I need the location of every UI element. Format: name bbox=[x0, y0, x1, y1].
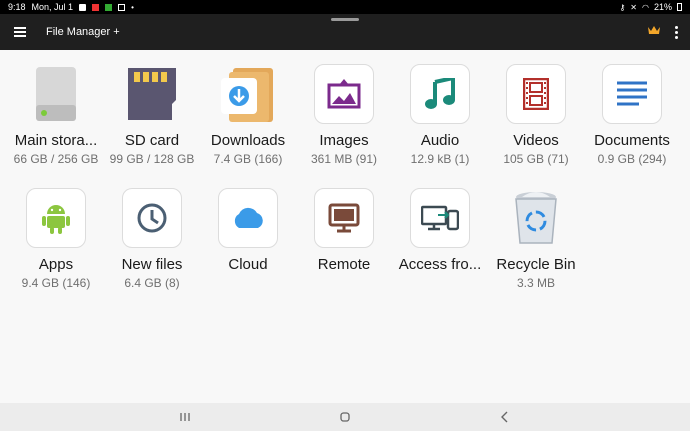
tile-size: 0.9 GB (294) bbox=[597, 152, 667, 166]
document-icon bbox=[602, 64, 662, 124]
hamburger-icon bbox=[14, 31, 26, 33]
tile-videos[interactable]: Videos 105 GB (71) bbox=[488, 64, 584, 166]
tile-main-storage[interactable]: Main stora... 66 GB / 256 GB bbox=[8, 64, 104, 166]
downloads-folder-icon bbox=[218, 64, 278, 124]
tile-apps[interactable]: Apps 9.4 GB (146) bbox=[8, 188, 104, 290]
tile-images[interactable]: Images 361 MB (91) bbox=[296, 64, 392, 166]
wifi-icon: ◠ bbox=[642, 2, 649, 12]
tile-access-from-network[interactable]: Access fro... bbox=[392, 188, 488, 276]
tile-remote[interactable]: Remote bbox=[296, 188, 392, 276]
cloud-icon bbox=[218, 188, 278, 248]
monitor-icon bbox=[314, 188, 374, 248]
film-icon bbox=[506, 64, 566, 124]
status-date: Mon, Jul 1 bbox=[31, 2, 74, 12]
tile-label: Images bbox=[319, 132, 369, 149]
drag-handle[interactable] bbox=[331, 18, 359, 21]
back-icon bbox=[501, 411, 508, 423]
recent-apps-icon bbox=[180, 413, 190, 421]
tile-audio[interactable]: Audio 12.9 kB (1) bbox=[392, 64, 488, 166]
home-button[interactable] bbox=[335, 407, 355, 427]
home-icon bbox=[340, 412, 350, 422]
recycle-bin-icon bbox=[506, 188, 566, 248]
battery-icon bbox=[677, 3, 682, 11]
tile-size: 9.4 GB (146) bbox=[21, 276, 91, 290]
tile-sd-card[interactable]: SD card 99 GB / 128 GB bbox=[104, 64, 200, 166]
dot-icon: • bbox=[131, 2, 134, 12]
sd-card-icon bbox=[122, 64, 182, 124]
tile-label: Remote bbox=[317, 256, 371, 273]
image-icon bbox=[314, 64, 374, 124]
tile-size: 3.3 MB bbox=[516, 276, 555, 290]
notification-icon bbox=[105, 3, 113, 11]
clock-icon bbox=[122, 188, 182, 248]
tile-label: SD card bbox=[124, 132, 180, 149]
tile-size: 105 GB (71) bbox=[503, 152, 569, 166]
tile-size: 99 GB / 128 GB bbox=[109, 152, 195, 166]
menu-button[interactable] bbox=[0, 14, 40, 50]
more-options-icon[interactable] bbox=[675, 25, 678, 39]
tile-label: Apps bbox=[38, 256, 74, 273]
status-bar: 9:18 Mon, Jul 1 • ⚷ ✕ ◠ 21% bbox=[0, 0, 690, 14]
status-time: 9:18 bbox=[8, 2, 26, 12]
tile-documents[interactable]: Documents 0.9 GB (294) bbox=[584, 64, 680, 166]
tile-label: Documents bbox=[594, 132, 670, 149]
key-icon: ⚷ bbox=[619, 2, 626, 12]
app-title: File Manager + bbox=[46, 26, 120, 38]
devices-icon bbox=[410, 188, 470, 248]
crown-icon[interactable] bbox=[647, 23, 661, 41]
notification-icon bbox=[92, 3, 100, 11]
notification-icon bbox=[118, 3, 126, 11]
tile-label: Cloud bbox=[228, 256, 268, 273]
tile-size: 7.4 GB (166) bbox=[213, 152, 283, 166]
music-note-icon bbox=[410, 64, 470, 124]
back-button[interactable] bbox=[495, 407, 515, 427]
navigation-bar bbox=[0, 403, 690, 431]
tile-label: Main stora... bbox=[14, 132, 98, 149]
tile-size: 12.9 kB (1) bbox=[410, 152, 470, 166]
tile-label: Downloads bbox=[210, 132, 286, 149]
tile-size: 361 MB (91) bbox=[310, 152, 378, 166]
notification-icon bbox=[79, 3, 87, 11]
tile-new-files[interactable]: New files 6.4 GB (8) bbox=[104, 188, 200, 290]
android-icon bbox=[26, 188, 86, 248]
tile-size: 6.4 GB (8) bbox=[124, 276, 180, 290]
tile-size: 66 GB / 256 GB bbox=[13, 152, 99, 166]
tile-recycle-bin[interactable]: Recycle Bin 3.3 MB bbox=[488, 188, 584, 290]
tile-label: Videos bbox=[513, 132, 559, 149]
tile-downloads[interactable]: Downloads 7.4 GB (166) bbox=[200, 64, 296, 166]
hard-drive-icon bbox=[26, 64, 86, 124]
battery-level: 21% bbox=[653, 2, 672, 12]
tile-label: New files bbox=[121, 256, 183, 273]
tile-label: Access fro... bbox=[398, 256, 482, 273]
mute-icon: ✕ bbox=[630, 2, 637, 12]
tile-label: Audio bbox=[420, 132, 460, 149]
tile-label: Recycle Bin bbox=[496, 256, 576, 273]
recent-apps-button[interactable] bbox=[175, 407, 195, 427]
tile-cloud[interactable]: Cloud bbox=[200, 188, 296, 276]
